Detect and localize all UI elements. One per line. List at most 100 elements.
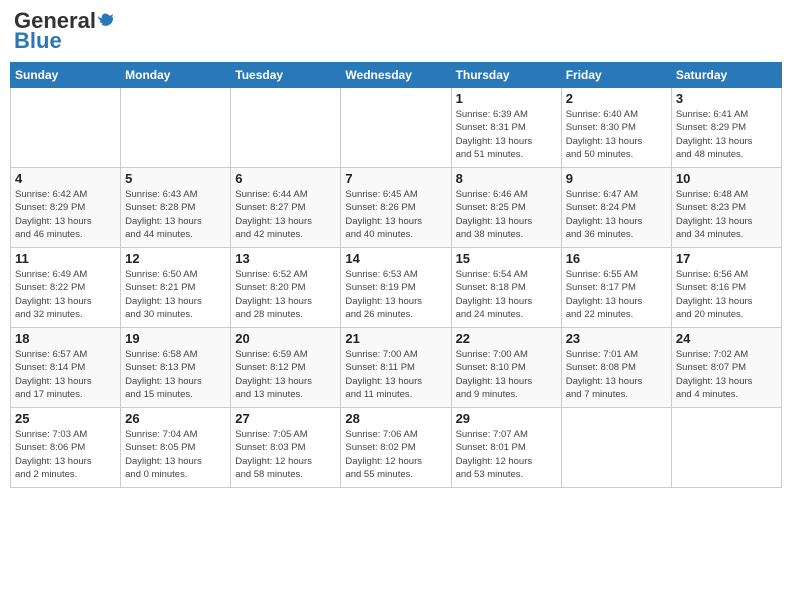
calendar-cell [121, 88, 231, 168]
calendar-cell: 10 Sunrise: 6:48 AM Sunset: 8:23 PM Dayli… [671, 168, 781, 248]
day-number: 12 [125, 251, 226, 266]
weekday-header-wednesday: Wednesday [341, 63, 451, 88]
calendar-cell [341, 88, 451, 168]
calendar-cell: 7Sunrise: 6:45 AM Sunset: 8:26 PM Daylig… [341, 168, 451, 248]
day-info: Sunrise: 7:07 AM Sunset: 8:01 PM Dayligh… [456, 428, 557, 481]
weekday-header-thursday: Thursday [451, 63, 561, 88]
calendar-cell: 2 Sunrise: 6:40 AM Sunset: 8:30 PM Daylig… [561, 88, 671, 168]
calendar-cell: 15 Sunrise: 6:54 AM Sunset: 8:18 PM Dayli… [451, 248, 561, 328]
day-info: Sunrise: 7:03 AM Sunset: 8:06 PM Dayligh… [15, 428, 116, 481]
weekday-header-tuesday: Tuesday [231, 63, 341, 88]
calendar-cell [671, 408, 781, 488]
calendar-week-row: 1 Sunrise: 6:39 AM Sunset: 8:31 PM Daylig… [11, 88, 782, 168]
day-number: 29 [456, 411, 557, 426]
day-info: Sunrise: 6:50 AM Sunset: 8:21 PM Dayligh… [125, 268, 226, 321]
day-info: Sunrise: 6:57 AM Sunset: 8:14 PM Dayligh… [15, 348, 116, 401]
calendar-cell: 25 Sunrise: 7:03 AM Sunset: 8:06 PM Dayli… [11, 408, 121, 488]
logo-bird-icon [98, 12, 116, 30]
day-number: 20 [235, 331, 336, 346]
day-info: Sunrise: 6:47 AM Sunset: 8:24 PM Dayligh… [566, 188, 667, 241]
calendar-cell: 5Sunrise: 6:43 AM Sunset: 8:28 PM Daylig… [121, 168, 231, 248]
weekday-header-saturday: Saturday [671, 63, 781, 88]
day-number: 5 [125, 171, 226, 186]
calendar-cell: 28 Sunrise: 7:06 AM Sunset: 8:02 PM Dayli… [341, 408, 451, 488]
calendar-cell: 24 Sunrise: 7:02 AM Sunset: 8:07 PM Dayli… [671, 328, 781, 408]
weekday-header-friday: Friday [561, 63, 671, 88]
calendar-cell: 14 Sunrise: 6:53 AM Sunset: 8:19 PM Dayli… [341, 248, 451, 328]
day-number: 2 [566, 91, 667, 106]
day-number: 8 [456, 171, 557, 186]
day-number: 27 [235, 411, 336, 426]
calendar-cell: 9 Sunrise: 6:47 AM Sunset: 8:24 PM Daylig… [561, 168, 671, 248]
day-info: Sunrise: 6:56 AM Sunset: 8:16 PM Dayligh… [676, 268, 777, 321]
calendar-cell: 16 Sunrise: 6:55 AM Sunset: 8:17 PM Dayli… [561, 248, 671, 328]
day-info: Sunrise: 6:41 AM Sunset: 8:29 PM Dayligh… [676, 108, 777, 161]
day-info: Sunrise: 7:00 AM Sunset: 8:11 PM Dayligh… [345, 348, 446, 401]
day-info: Sunrise: 6:59 AM Sunset: 8:12 PM Dayligh… [235, 348, 336, 401]
calendar-cell: 29 Sunrise: 7:07 AM Sunset: 8:01 PM Dayli… [451, 408, 561, 488]
day-info: Sunrise: 7:04 AM Sunset: 8:05 PM Dayligh… [125, 428, 226, 481]
logo: General Blue [14, 10, 116, 54]
day-info: Sunrise: 6:42 AM Sunset: 8:29 PM Dayligh… [15, 188, 116, 241]
day-info: Sunrise: 6:40 AM Sunset: 8:30 PM Dayligh… [566, 108, 667, 161]
day-number: 10 [676, 171, 777, 186]
calendar-cell: 13Sunrise: 6:52 AM Sunset: 8:20 PM Dayli… [231, 248, 341, 328]
day-info: Sunrise: 6:53 AM Sunset: 8:19 PM Dayligh… [345, 268, 446, 321]
calendar-week-row: 4 Sunrise: 6:42 AM Sunset: 8:29 PM Daylig… [11, 168, 782, 248]
day-number: 9 [566, 171, 667, 186]
day-info: Sunrise: 7:06 AM Sunset: 8:02 PM Dayligh… [345, 428, 446, 481]
calendar-cell [11, 88, 121, 168]
calendar-cell: 6Sunrise: 6:44 AM Sunset: 8:27 PM Daylig… [231, 168, 341, 248]
weekday-header-row: SundayMondayTuesdayWednesdayThursdayFrid… [11, 63, 782, 88]
day-info: Sunrise: 6:48 AM Sunset: 8:23 PM Dayligh… [676, 188, 777, 241]
day-number: 13 [235, 251, 336, 266]
calendar-cell: 4 Sunrise: 6:42 AM Sunset: 8:29 PM Daylig… [11, 168, 121, 248]
calendar-week-row: 25 Sunrise: 7:03 AM Sunset: 8:06 PM Dayli… [11, 408, 782, 488]
calendar-cell: 19Sunrise: 6:58 AM Sunset: 8:13 PM Dayli… [121, 328, 231, 408]
calendar-cell: 1 Sunrise: 6:39 AM Sunset: 8:31 PM Daylig… [451, 88, 561, 168]
day-number: 16 [566, 251, 667, 266]
day-number: 1 [456, 91, 557, 106]
weekday-header-sunday: Sunday [11, 63, 121, 88]
day-number: 7 [345, 171, 446, 186]
day-number: 4 [15, 171, 116, 186]
calendar-cell [561, 408, 671, 488]
calendar-cell: 11Sunrise: 6:49 AM Sunset: 8:22 PM Dayli… [11, 248, 121, 328]
day-info: Sunrise: 7:05 AM Sunset: 8:03 PM Dayligh… [235, 428, 336, 481]
day-number: 3 [676, 91, 777, 106]
day-number: 23 [566, 331, 667, 346]
day-number: 21 [345, 331, 446, 346]
day-number: 18 [15, 331, 116, 346]
day-info: Sunrise: 6:39 AM Sunset: 8:31 PM Dayligh… [456, 108, 557, 161]
weekday-header-monday: Monday [121, 63, 231, 88]
day-info: Sunrise: 7:02 AM Sunset: 8:07 PM Dayligh… [676, 348, 777, 401]
day-info: Sunrise: 6:55 AM Sunset: 8:17 PM Dayligh… [566, 268, 667, 321]
calendar-cell: 26 Sunrise: 7:04 AM Sunset: 8:05 PM Dayli… [121, 408, 231, 488]
day-info: Sunrise: 7:00 AM Sunset: 8:10 PM Dayligh… [456, 348, 557, 401]
calendar-cell: 18 Sunrise: 6:57 AM Sunset: 8:14 PM Dayli… [11, 328, 121, 408]
day-number: 26 [125, 411, 226, 426]
calendar-cell: 22Sunrise: 7:00 AM Sunset: 8:10 PM Dayli… [451, 328, 561, 408]
day-info: Sunrise: 6:58 AM Sunset: 8:13 PM Dayligh… [125, 348, 226, 401]
page-header: General Blue [10, 10, 782, 54]
day-number: 14 [345, 251, 446, 266]
calendar-cell: 12 Sunrise: 6:50 AM Sunset: 8:21 PM Dayli… [121, 248, 231, 328]
day-number: 25 [15, 411, 116, 426]
logo-blue-text: Blue [14, 28, 62, 54]
day-number: 24 [676, 331, 777, 346]
calendar-week-row: 18 Sunrise: 6:57 AM Sunset: 8:14 PM Dayli… [11, 328, 782, 408]
calendar-cell: 21 Sunrise: 7:00 AM Sunset: 8:11 PM Dayli… [341, 328, 451, 408]
day-info: Sunrise: 6:49 AM Sunset: 8:22 PM Dayligh… [15, 268, 116, 321]
day-info: Sunrise: 7:01 AM Sunset: 8:08 PM Dayligh… [566, 348, 667, 401]
day-number: 28 [345, 411, 446, 426]
calendar-cell: 20 Sunrise: 6:59 AM Sunset: 8:12 PM Dayli… [231, 328, 341, 408]
day-number: 15 [456, 251, 557, 266]
day-info: Sunrise: 6:46 AM Sunset: 8:25 PM Dayligh… [456, 188, 557, 241]
day-info: Sunrise: 6:54 AM Sunset: 8:18 PM Dayligh… [456, 268, 557, 321]
calendar-cell: 27 Sunrise: 7:05 AM Sunset: 8:03 PM Dayli… [231, 408, 341, 488]
calendar-cell: 23 Sunrise: 7:01 AM Sunset: 8:08 PM Dayli… [561, 328, 671, 408]
calendar-week-row: 11Sunrise: 6:49 AM Sunset: 8:22 PM Dayli… [11, 248, 782, 328]
day-number: 17 [676, 251, 777, 266]
calendar-cell [231, 88, 341, 168]
day-info: Sunrise: 6:44 AM Sunset: 8:27 PM Dayligh… [235, 188, 336, 241]
